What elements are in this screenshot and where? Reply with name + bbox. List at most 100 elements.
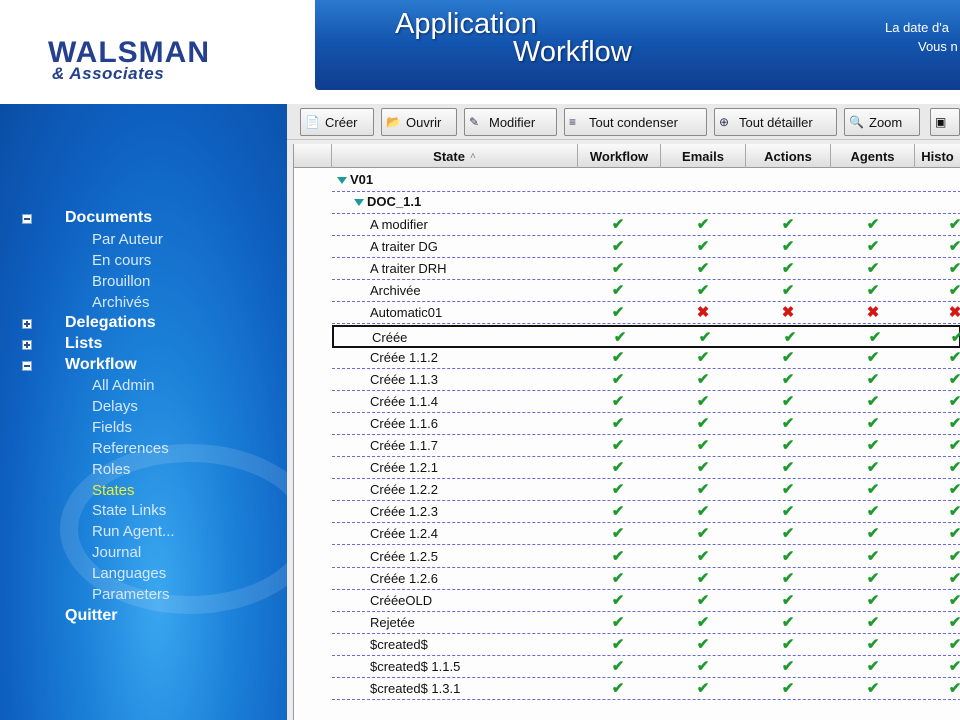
table-row[interactable]: $created$ 1.3.1 ✔ ✔ ✔ ✔ ✔ (332, 678, 960, 701)
expand-triangle-icon[interactable] (337, 177, 347, 184)
export-button[interactable]: ▣ (930, 108, 960, 136)
sidebar-item-documents[interactable]: Documents (65, 209, 152, 227)
group-label: V01 (350, 172, 374, 187)
check-icon: ✔ (948, 414, 960, 432)
check-icon: ✔ (866, 658, 880, 675)
table-row[interactable]: Créée 1.1.3 ✔ ✔ ✔ ✔ ✔ (332, 369, 960, 391)
table-row[interactable]: Créée 1.1.4 ✔ ✔ ✔ ✔ ✔ (332, 391, 960, 413)
table-row[interactable]: Créée 1.2.3 ✔ ✔ ✔ ✔ ✔ (332, 501, 960, 524)
check-icon: ✔ (611, 392, 625, 410)
check-icon: ✔ (611, 547, 625, 565)
check-icon: ✔ (781, 459, 795, 477)
group-row-doc[interactable]: DOC_1.1 (332, 192, 960, 214)
check-icon: ✔ (781, 414, 795, 432)
zoom-button[interactable]: 🔍 Zoom (844, 108, 920, 136)
sidebar-item-references[interactable]: References (92, 440, 169, 457)
tout-d-tailler-button[interactable]: ⊕ Tout détailler (714, 108, 837, 136)
table-row[interactable]: Créée 1.1.2 ✔ ✔ ✔ ✔ ✔ (332, 347, 960, 369)
table-row[interactable]: Rejetée ✔ ✔ ✔ ✔ ✔ (332, 612, 960, 634)
state-name: Rejetée (370, 614, 415, 630)
expand-plus-icon[interactable] (22, 340, 32, 350)
sidebar-item-journal[interactable]: Journal (92, 544, 141, 561)
check-icon: ✔ (611, 304, 625, 322)
sidebar-item-parameters[interactable]: Parameters (92, 586, 170, 603)
collapse-minus-icon[interactable] (22, 361, 32, 371)
app-window: WALSMAN & Associates Application Workflo… (0, 0, 960, 720)
check-icon: ✔ (611, 635, 625, 653)
sidebar-item-all-admin[interactable]: All Admin (92, 377, 155, 394)
group-label: DOC_1.1 (367, 194, 422, 209)
column-header-state[interactable]: State ˄ (332, 144, 578, 168)
collapse-minus-icon[interactable] (22, 214, 32, 224)
table-row[interactable]: Créée 1.2.1 ✔ ✔ ✔ ✔ ✔ (332, 457, 960, 480)
sidebar-item-delays[interactable]: Delays (92, 398, 138, 415)
state-name: Archivée (370, 283, 421, 299)
group-row-v01[interactable]: V01 (332, 170, 960, 192)
sidebar-item-workflow[interactable]: Workflow (65, 356, 137, 374)
sidebar-item-par-auteur[interactable]: Par Auteur (92, 231, 163, 248)
column-header-actions[interactable]: Actions (746, 144, 831, 168)
table-row[interactable]: A modifier ✔ ✔ ✔ ✔ ✔ (332, 214, 960, 236)
sidebar-item-states[interactable]: States (92, 482, 135, 499)
cr-er-button[interactable]: 📄 Créer (300, 108, 374, 136)
check-icon: ✔ (950, 328, 960, 346)
table-row[interactable]: Créée ✔ ✔ ✔ ✔ ✔ (332, 324, 960, 348)
table-row[interactable]: Automatic01 ✔ ✖ ✖ ✖ ✖ (332, 302, 960, 325)
check-icon: ✔ (696, 282, 710, 300)
sidebar-item-quitter[interactable]: Quitter (65, 607, 117, 625)
table-row[interactable]: A traiter DG ✔ ✔ ✔ ✔ ✔ (332, 236, 960, 259)
check-icon: ✔ (781, 547, 795, 565)
state-name: Créée 1.1.4 (370, 393, 438, 409)
tout-condenser-button[interactable]: ≡ Tout condenser (564, 108, 707, 136)
check-icon: ✔ (866, 260, 880, 278)
column-header-workflow[interactable]: Workflow (578, 144, 661, 168)
sidebar-item-fields[interactable]: Fields (92, 419, 132, 436)
modifier-button[interactable]: ✎ Modifier (464, 108, 557, 136)
app-header: Application Workflow La date d'a Vous n (315, 0, 960, 90)
sidebar-item-delegations[interactable]: Delegations (65, 314, 156, 332)
check-icon: ✔ (611, 459, 625, 477)
check-icon: ✔ (866, 591, 880, 609)
table-row[interactable]: Créée 1.2.6 ✔ ✔ ✔ ✔ ✔ (332, 568, 960, 590)
sidebar-item-roles[interactable]: Roles (92, 461, 130, 478)
ouvrir-button[interactable]: 📂 Ouvrir (381, 108, 457, 136)
table-row[interactable]: $created$ ✔ ✔ ✔ ✔ ✔ (332, 634, 960, 656)
table-row[interactable]: Créée 1.2.4 ✔ ✔ ✔ ✔ ✔ (332, 523, 960, 546)
check-icon: ✔ (696, 260, 710, 278)
sidebar-item-run-agent[interactable]: Run Agent... (92, 523, 175, 540)
sidebar-item-en-cours[interactable]: En cours (92, 252, 151, 269)
toolbar: 📄 Créer 📂 Ouvrir ✎ Modifier ≡ Tout condenser ⊕ To… (287, 104, 960, 140)
check-icon: ✔ (696, 635, 710, 653)
column-header-agents[interactable]: Agents (831, 144, 915, 168)
state-name: Créée (372, 329, 408, 345)
table-row[interactable]: CrééeOLD ✔ ✔ ✔ ✔ ✔ (332, 590, 960, 612)
expand-plus-icon[interactable] (22, 319, 32, 329)
table-row[interactable]: Créée 1.2.5 ✔ ✔ ✔ ✔ ✔ (332, 546, 960, 568)
check-icon: ✔ (781, 658, 795, 675)
column-header-histo[interactable]: Histo (915, 144, 960, 168)
table-row[interactable]: $created$ 1.1.5 ✔ ✔ ✔ ✔ ✔ (332, 656, 960, 678)
company-logo[interactable]: WALSMAN & Associates (48, 36, 238, 83)
check-icon: ✔ (866, 370, 880, 388)
column-header-emails[interactable]: Emails (661, 144, 746, 168)
sidebar-item-archiv-s[interactable]: Archivés (92, 294, 150, 311)
check-icon: ✔ (696, 525, 710, 543)
table-row[interactable]: Créée 1.1.7 ✔ ✔ ✔ ✔ ✔ (332, 435, 960, 457)
check-icon: ✔ (948, 591, 960, 609)
check-icon: ✔ (696, 437, 710, 454)
sidebar-item-state-links[interactable]: State Links (92, 502, 166, 519)
check-icon: ✔ (948, 503, 960, 521)
state-name: $created$ (370, 636, 428, 652)
table-row[interactable]: A traiter DRH ✔ ✔ ✔ ✔ ✔ (332, 258, 960, 281)
check-icon: ✔ (948, 392, 960, 410)
sidebar-item-brouillon[interactable]: Brouillon (92, 273, 150, 290)
table-row[interactable]: Créée 1.2.2 ✔ ✔ ✔ ✔ ✔ (332, 479, 960, 502)
check-icon: ✔ (866, 459, 880, 477)
table-row[interactable]: Archivée ✔ ✔ ✔ ✔ ✔ (332, 280, 960, 303)
sidebar-item-lists[interactable]: Lists (65, 335, 102, 353)
table-row[interactable]: Créée 1.1.6 ✔ ✔ ✔ ✔ ✔ (332, 413, 960, 435)
state-name: Créée 1.1.7 (370, 438, 438, 453)
expand-triangle-icon[interactable] (354, 199, 364, 206)
sidebar-item-languages[interactable]: Languages (92, 565, 166, 582)
check-icon: ✔ (948, 613, 960, 631)
